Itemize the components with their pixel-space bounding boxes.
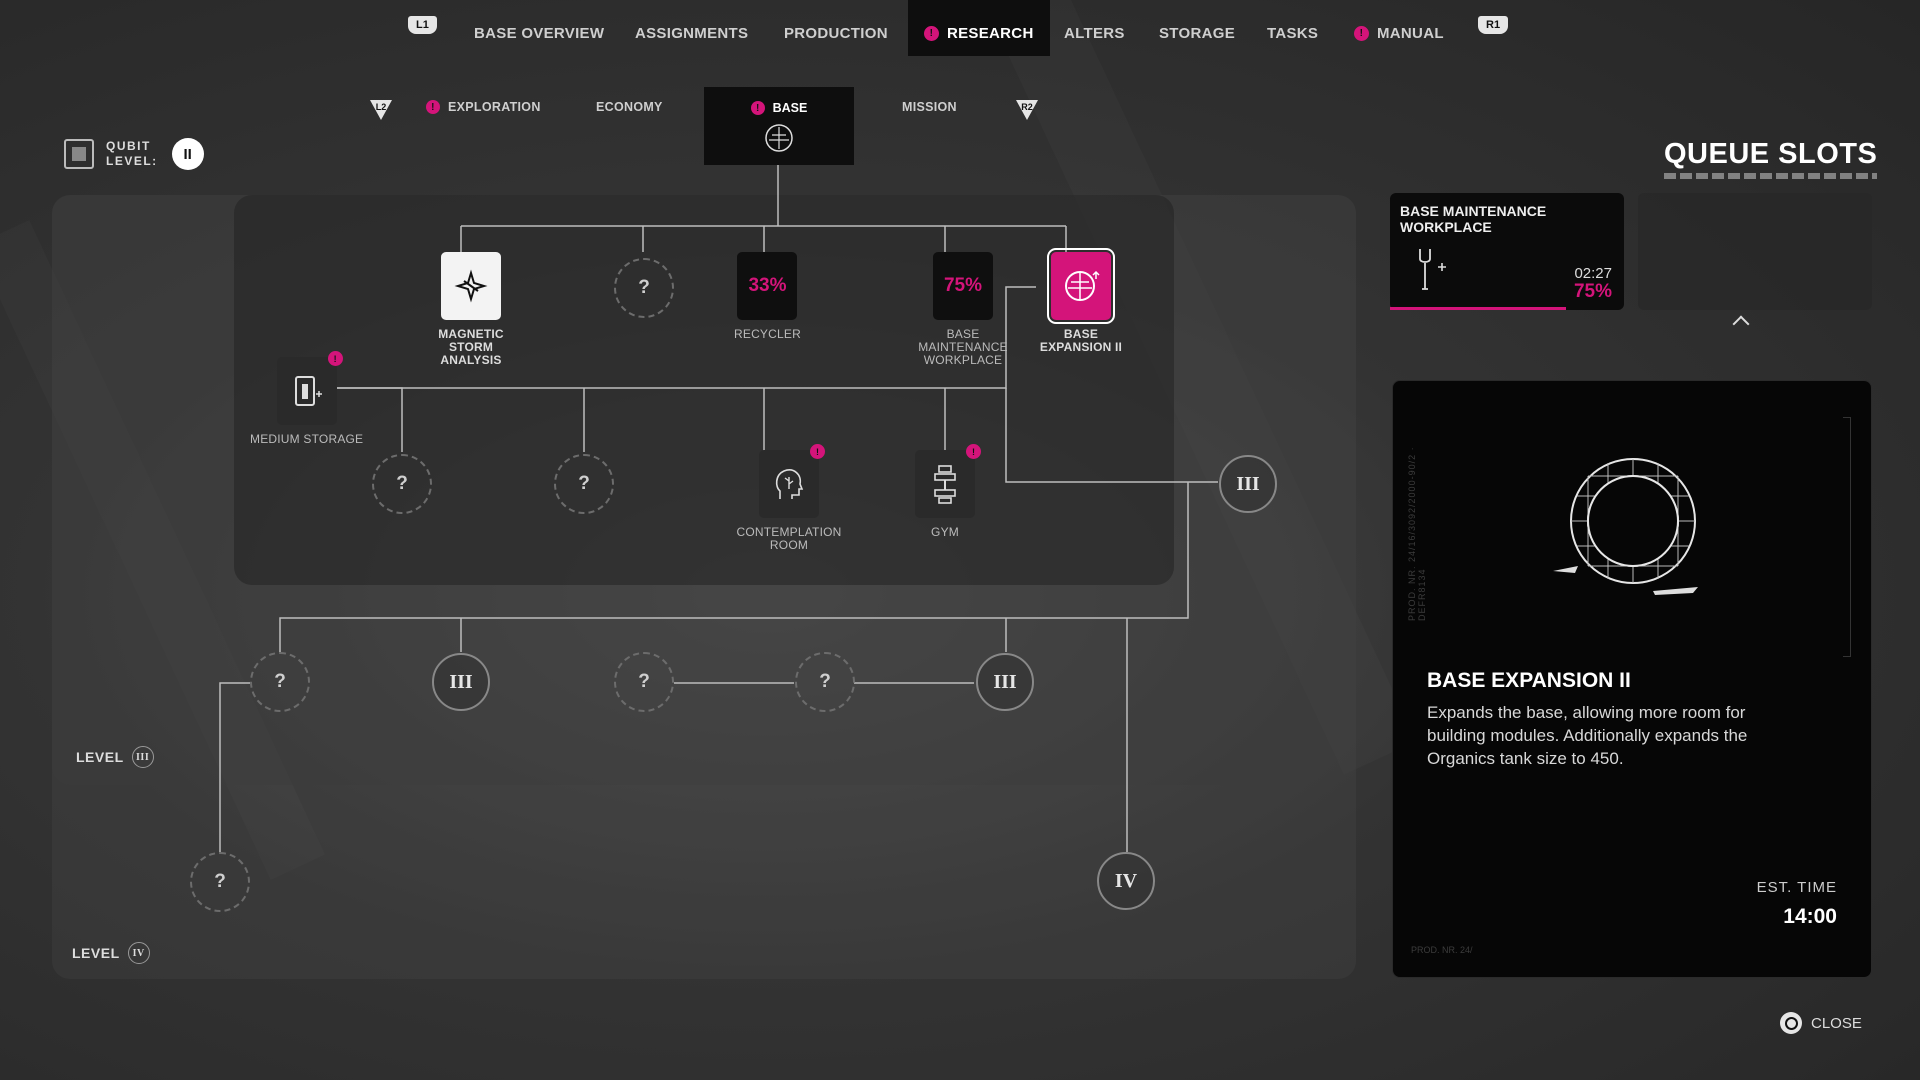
est-time-label: EST. TIME <box>1756 879 1837 896</box>
node-recycler[interactable]: 33% RECYCLER <box>734 252 801 341</box>
close-button[interactable]: CLOSE <box>1780 1012 1862 1034</box>
level-iv-gate-node[interactable]: IV <box>1097 852 1155 910</box>
node-label: RECYCLER <box>734 327 801 341</box>
base-expansion-icon <box>1065 270 1100 301</box>
node-label: BASE MAINTENANCE WORKPLACE <box>918 327 1008 367</box>
node-label: BASE EXPANSION II <box>1039 327 1123 354</box>
unknown-node[interactable]: ? <box>554 454 614 514</box>
node-magnetic-storm-analysis[interactable]: MAGNETIC STORM ANALYSIS <box>431 252 511 367</box>
alert-icon: ! <box>966 444 981 459</box>
node-base-maintenance-workplace[interactable]: 75% BASE MAINTENANCE WORKPLACE <box>915 252 1011 367</box>
detail-vertical-code: PROD. NR. 24/16/3092/2000-90/2 · DEFR813… <box>1407 446 1427 621</box>
queue-slot-progress-bar <box>1390 307 1566 310</box>
unknown-node[interactable]: ? <box>614 258 674 318</box>
queue-slot-2-empty[interactable] <box>1638 193 1872 310</box>
unknown-node[interactable]: ? <box>250 652 310 712</box>
level-iii-badge: III <box>131 746 154 768</box>
unknown-node[interactable]: ? <box>614 652 674 712</box>
node-medium-storage[interactable]: ! MEDIUM STORAGE <box>250 351 364 446</box>
level-iv-badge: IV <box>127 942 150 964</box>
circle-button-icon <box>1780 1012 1802 1034</box>
level-iii-label: LEVEL III <box>76 746 154 768</box>
level-iv-label: LEVEL IV <box>72 942 150 964</box>
dumbbell-icon <box>934 465 956 504</box>
node-gym[interactable]: ! GYM <box>915 444 981 539</box>
level-iii-gate-node[interactable]: III <box>976 653 1034 711</box>
unknown-node[interactable]: ? <box>372 454 432 514</box>
research-detail-card: PROD. NR. 24/16/3092/2000-90/2 · DEFR813… <box>1392 380 1872 978</box>
est-time-value: 14:00 <box>1783 905 1837 928</box>
queue-slot-percent: 75% <box>1573 281 1612 302</box>
queue-slot-title: BASE MAINTENANCE WORKPLACE <box>1400 203 1547 235</box>
detail-title: BASE EXPANSION II <box>1427 669 1631 692</box>
level-iii-gate-node[interactable]: III <box>432 653 490 711</box>
level-iii-gate-node[interactable]: III <box>1219 455 1277 513</box>
progress-percent: 75% <box>943 275 983 296</box>
queue-slots-title: QUEUE SLOTS <box>1664 138 1877 179</box>
level-word: LEVEL <box>76 749 124 765</box>
close-label: CLOSE <box>1811 1014 1862 1032</box>
node-label: CONTEMPLATION ROOM <box>736 525 842 552</box>
prod-number: PROD. NR. 24/ <box>1411 945 1473 955</box>
node-base-expansion-ii[interactable]: BASE EXPANSION II <box>1036 248 1126 354</box>
level-word: LEVEL <box>72 945 120 961</box>
node-label: MAGNETIC STORM ANALYSIS <box>438 327 504 367</box>
storage-icon <box>294 376 322 406</box>
base-ring-illustration <box>1553 458 1698 595</box>
node-label: GYM <box>931 525 959 539</box>
alert-icon: ! <box>810 444 825 459</box>
storm-icon <box>454 269 488 303</box>
unknown-node[interactable]: ? <box>795 652 855 712</box>
progress-percent: 33% <box>748 275 787 296</box>
detail-frame <box>1843 417 1851 657</box>
node-label: MEDIUM STORAGE <box>250 432 364 446</box>
queue-slot-1[interactable]: BASE MAINTENANCE WORKPLACE 02:27 75% <box>1390 193 1624 310</box>
head-leaf-icon <box>775 469 804 499</box>
unknown-node[interactable]: ? <box>190 852 250 912</box>
node-contemplation-room[interactable]: ! CONTEMPLATION ROOM <box>734 444 844 552</box>
alert-icon: ! <box>327 351 343 366</box>
wrench-icon <box>1419 249 1446 290</box>
detail-description: Expands the base, allowing more room for… <box>1427 703 1748 768</box>
queue-slot-time: 02:27 <box>1574 265 1612 282</box>
